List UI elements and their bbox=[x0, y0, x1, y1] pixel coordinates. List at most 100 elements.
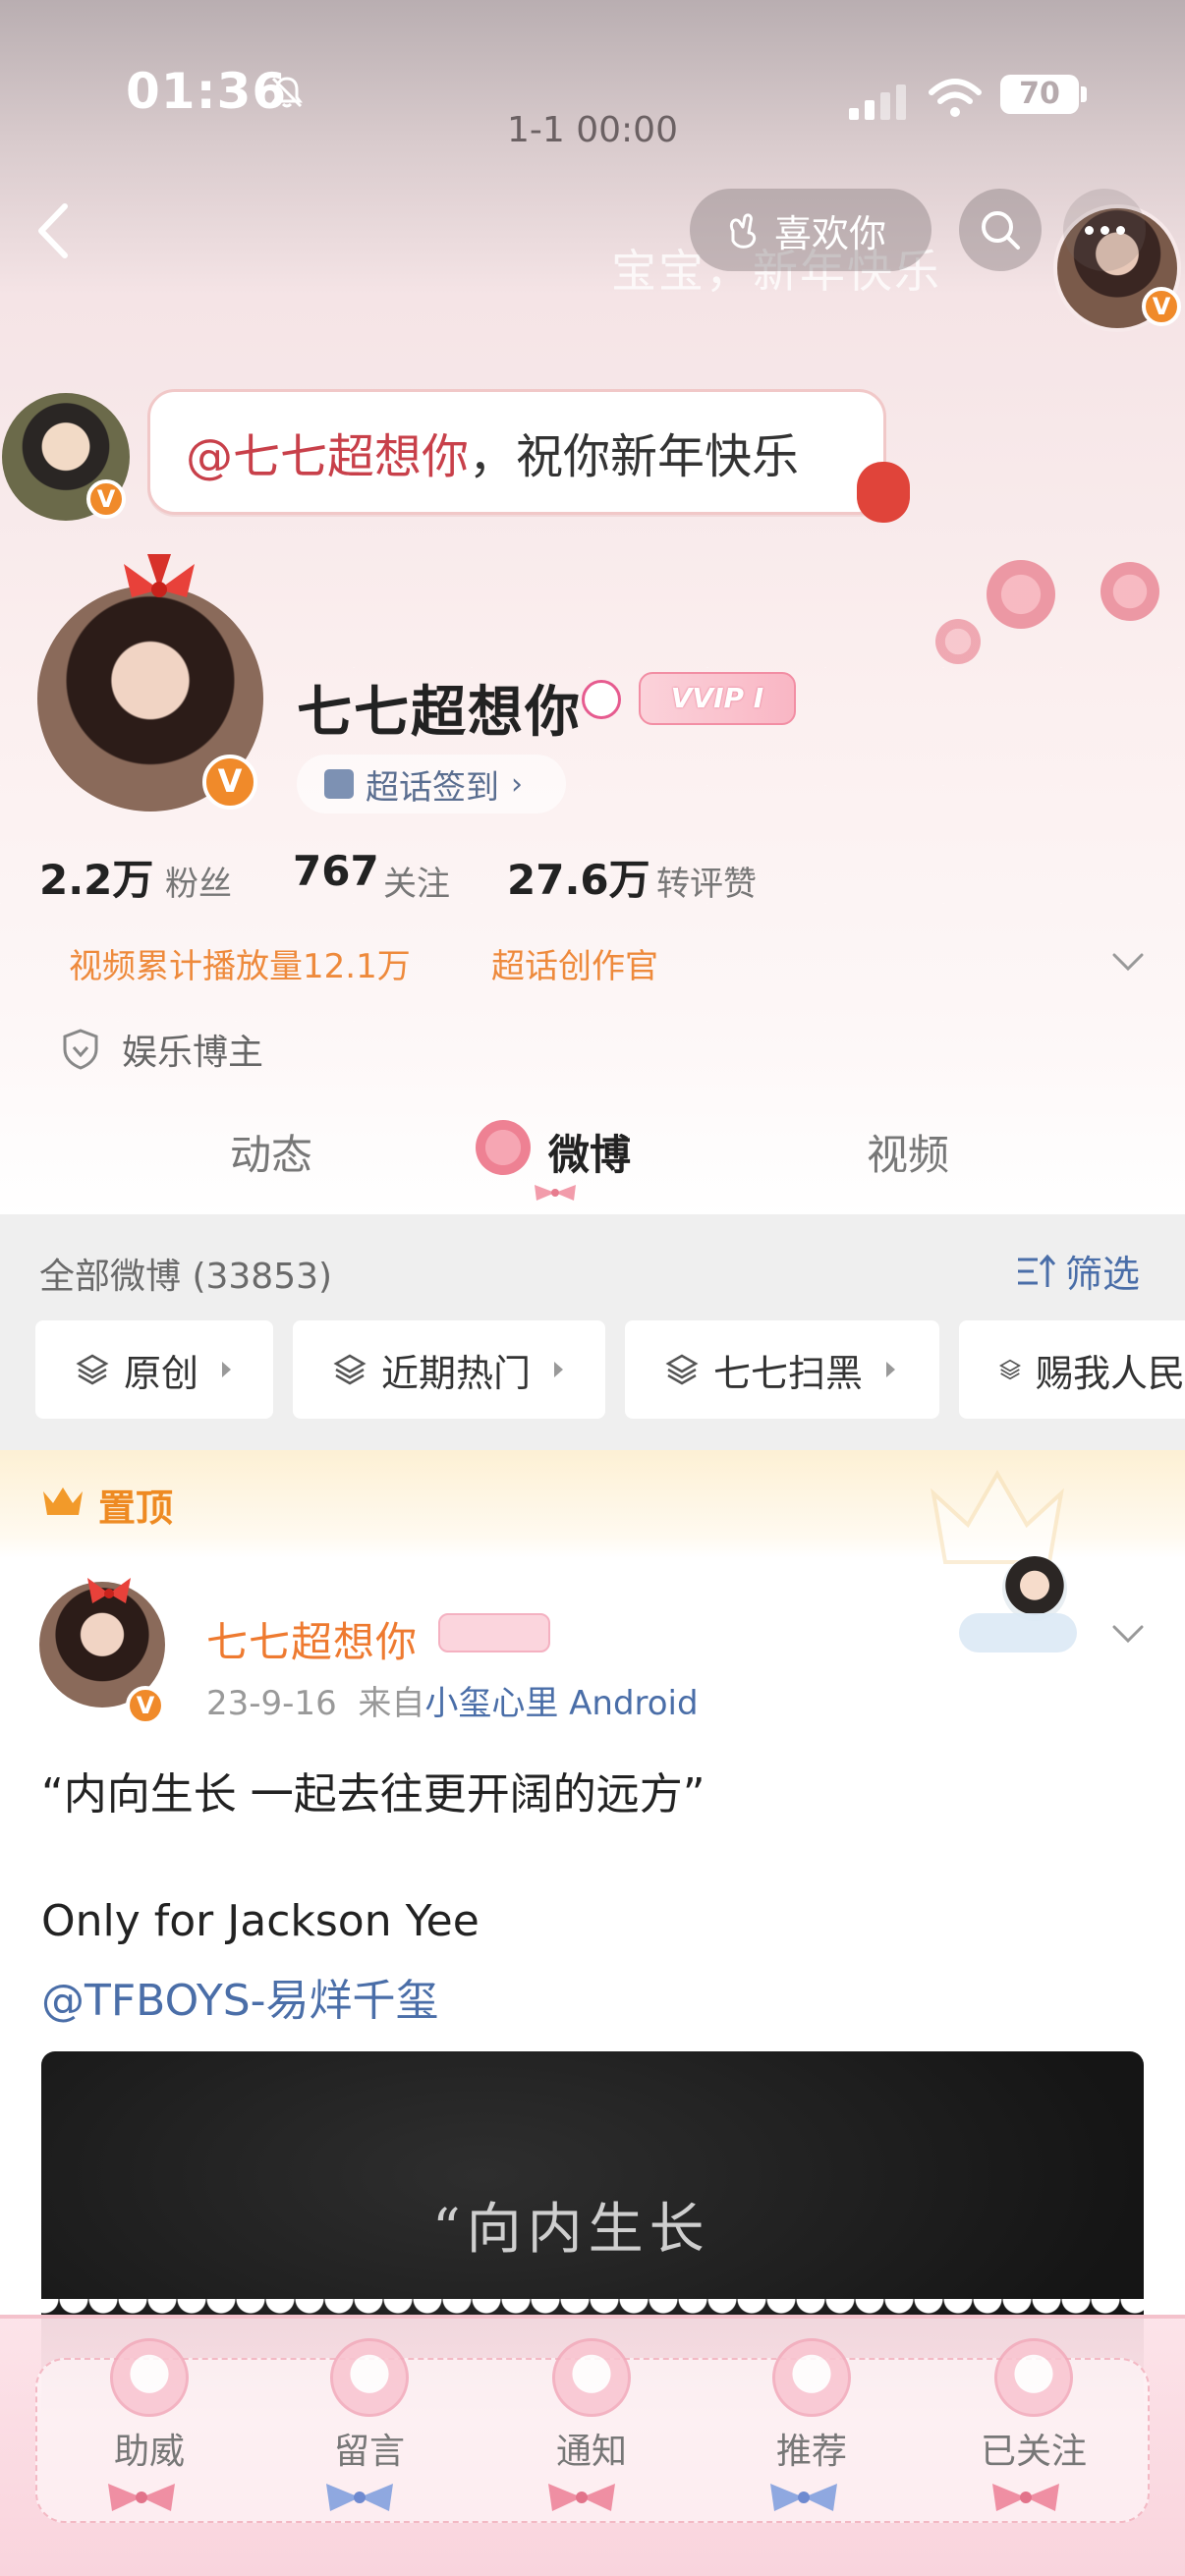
search-button[interactable] bbox=[959, 189, 1042, 271]
nav-followed[interactable]: 已关注 bbox=[955, 2423, 1112, 2474]
flower-decoration-icon bbox=[1100, 562, 1159, 621]
sort-filter-icon bbox=[1018, 1254, 1056, 1287]
like-you-button[interactable]: 喜欢你 bbox=[690, 189, 931, 271]
vvip-badge[interactable]: VVIP I bbox=[639, 672, 796, 725]
pinned-label: 置顶 bbox=[98, 1486, 174, 1530]
nav-recommend[interactable]: 推荐 bbox=[733, 2423, 890, 2474]
bear-icon bbox=[994, 2338, 1073, 2417]
chip-label: 七七扫黑 bbox=[713, 1351, 864, 1395]
wifi-icon bbox=[929, 79, 982, 117]
like-you-label: 喜欢你 bbox=[774, 211, 887, 255]
blue-bow-icon bbox=[770, 2484, 837, 2511]
stat-interactions-value[interactable]: 27.6万 bbox=[507, 847, 650, 907]
red-bow-icon bbox=[87, 1578, 131, 1603]
pink-bow-icon bbox=[108, 2484, 175, 2511]
battery-indicator: 70 bbox=[1000, 75, 1079, 114]
post-author-name[interactable]: 七七超想你 bbox=[206, 1609, 418, 1669]
post-text-line1: “内向生长 一起去往更开阔的远方” bbox=[41, 1769, 705, 1820]
chip-recent-hot[interactable]: 近期热门 bbox=[293, 1320, 605, 1419]
stat-following-label: 关注 bbox=[383, 865, 450, 904]
post-source-prefix: 来自 bbox=[358, 1684, 425, 1723]
chip-arrow-icon bbox=[886, 1362, 896, 1377]
chevron-right-icon: › bbox=[511, 766, 523, 802]
chip-qiqi-saohei[interactable]: 七七扫黑 bbox=[625, 1320, 939, 1419]
chip-label: 赐我人民 bbox=[1035, 1351, 1185, 1395]
hand-heart-icon bbox=[729, 213, 757, 249]
verified-badge-icon: V bbox=[1142, 287, 1181, 326]
calendar-icon bbox=[324, 769, 354, 799]
tab-feed[interactable]: 动态 bbox=[230, 1122, 312, 1182]
post-date: 23-9-16 bbox=[206, 1684, 337, 1723]
chevron-down-icon[interactable] bbox=[1108, 947, 1148, 977]
status-date-line: 1-1 00:00 bbox=[507, 110, 678, 150]
chip-arrow-icon bbox=[222, 1362, 232, 1377]
mute-bell-icon bbox=[271, 77, 303, 108]
lace-decoration bbox=[0, 2299, 1185, 2328]
pink-bow-icon bbox=[548, 2484, 615, 2511]
nav-message[interactable]: 留言 bbox=[291, 2423, 448, 2474]
post-meta: 23-9-16 来自小玺心里 Android bbox=[206, 1676, 699, 1724]
post-vip-badge bbox=[438, 1613, 550, 1652]
notification-icon bbox=[552, 2338, 631, 2417]
cellular-signal-icon bbox=[849, 84, 906, 120]
chaohua-checkin-button[interactable]: 超话签到 › bbox=[297, 755, 566, 813]
chaohua-creator-highlight[interactable]: 超话创作官 bbox=[491, 939, 658, 987]
chip-label: 原创 bbox=[124, 1351, 199, 1395]
nav-notification[interactable]: 通知 bbox=[513, 2423, 670, 2474]
crown-icon bbox=[43, 1487, 83, 1515]
verified-badge-icon: V bbox=[126, 1686, 165, 1725]
blogger-category: 娱乐博主 bbox=[122, 1033, 264, 1073]
back-arrow-icon[interactable] bbox=[29, 196, 79, 265]
cheer-icon bbox=[110, 2338, 189, 2417]
flower-decoration-icon bbox=[987, 560, 1055, 629]
verified-badge-icon: V bbox=[202, 755, 257, 810]
post-mention-link[interactable]: @TFBOYS-易烊千玺 bbox=[41, 1965, 439, 2028]
tab-video[interactable]: 视频 bbox=[867, 1122, 949, 1182]
chip-give-me[interactable]: 赐我人民 bbox=[959, 1320, 1185, 1419]
search-icon bbox=[982, 211, 1020, 250]
greeting-mention[interactable]: @七七超想你 bbox=[186, 418, 469, 486]
layers-icon bbox=[998, 1359, 1021, 1380]
more-dot-icon bbox=[1084, 225, 1094, 235]
chip-label: 近期热门 bbox=[381, 1351, 532, 1395]
filter-button[interactable]: 筛选 bbox=[1016, 1244, 1140, 1298]
profile-name: 七七超想你 bbox=[297, 681, 582, 745]
more-dot-icon bbox=[1115, 225, 1125, 235]
shield-icon bbox=[63, 1029, 98, 1070]
lantern-icon bbox=[857, 462, 910, 523]
all-posts-count: 全部微博 (33853) bbox=[39, 1257, 333, 1297]
chip-original[interactable]: 原创 bbox=[35, 1320, 273, 1419]
greeting-bubble[interactable]: @七七超想你 ，祝你新年快乐 bbox=[147, 389, 886, 515]
stat-fans-value[interactable]: 2.2万 bbox=[39, 847, 153, 907]
blue-bow-icon bbox=[326, 2484, 393, 2511]
more-dot-icon bbox=[1100, 225, 1109, 235]
post-text-line2: Only for Jackson Yee bbox=[41, 1896, 480, 1946]
nav-cheer[interactable]: 助威 bbox=[71, 2423, 228, 2474]
pink-bow-icon bbox=[992, 2484, 1059, 2511]
profile-search-icon[interactable] bbox=[582, 680, 621, 719]
message-icon bbox=[330, 2338, 409, 2417]
post-image-text: “向内生长 bbox=[432, 2198, 710, 2262]
rose-icon bbox=[476, 1120, 531, 1175]
battery-tip bbox=[1081, 86, 1087, 102]
red-bow-icon bbox=[124, 554, 195, 597]
tab-weibo[interactable]: 微博 bbox=[548, 1122, 631, 1182]
verified-badge-icon: V bbox=[86, 479, 126, 519]
stat-interactions-label: 转评赞 bbox=[656, 865, 757, 904]
video-plays-highlight[interactable]: 视频累计播放量12.1万 bbox=[69, 939, 411, 987]
layers-icon bbox=[76, 1354, 109, 1385]
chaohua-checkin-label: 超话签到 bbox=[366, 767, 499, 808]
flower-decoration-icon bbox=[935, 619, 981, 664]
chip-arrow-icon bbox=[554, 1362, 564, 1377]
chevron-down-icon[interactable] bbox=[1108, 1619, 1148, 1649]
active-tab-bow-icon bbox=[535, 1185, 576, 1201]
post-sticker bbox=[959, 1554, 1077, 1662]
layers-icon bbox=[665, 1354, 699, 1385]
greeting-message: ，祝你新年快乐 bbox=[469, 429, 800, 484]
stat-following-value[interactable]: 767 bbox=[293, 847, 379, 895]
layers-icon bbox=[333, 1354, 367, 1385]
piano-icon bbox=[772, 2338, 851, 2417]
filter-label: 筛选 bbox=[1065, 1253, 1141, 1296]
post-source[interactable]: 小玺心里 Android bbox=[424, 1684, 698, 1723]
more-options-button[interactable] bbox=[1063, 189, 1146, 271]
